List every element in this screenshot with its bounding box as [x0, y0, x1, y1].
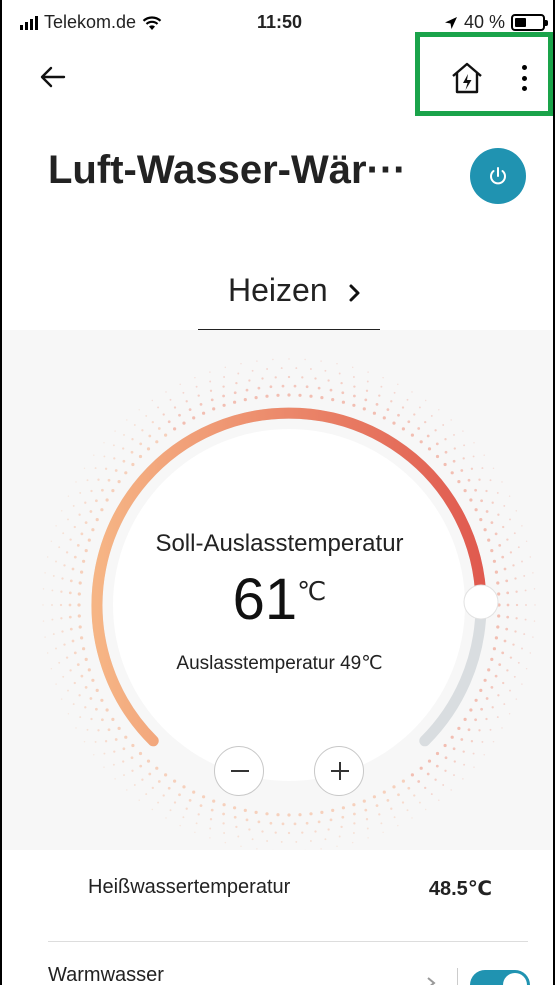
outlet-temperature: Auslasstemperatur 49℃: [176, 653, 383, 674]
chevron-right-icon: [349, 284, 360, 302]
battery-info: 40 %: [444, 12, 548, 33]
app-screen: Telekom.de 11:50 40 % Luft-Wasser-Wär···: [0, 0, 555, 985]
hot-water-row: Heißwassertemperatur 48.5℃: [88, 876, 492, 906]
setpoint-unit: ℃: [297, 576, 327, 606]
divider: [48, 941, 528, 942]
chevron-right-icon[interactable]: [425, 976, 437, 985]
warm-water-label: Warmwasser: [48, 964, 164, 985]
setpoint-value: 61: [232, 567, 298, 632]
location-arrow-icon: [444, 16, 457, 29]
hot-water-value: 48.5℃: [428, 878, 492, 900]
vertical-divider: [457, 968, 458, 985]
mode-selector[interactable]: Heizen: [198, 262, 380, 332]
back-button[interactable]: [38, 62, 68, 92]
device-title: Luft-Wasser-Wär···: [48, 148, 407, 192]
more-vertical-icon: [521, 65, 527, 70]
home-power-icon[interactable]: [448, 60, 486, 96]
setpoint-label: Soll-Auslasstemperatur: [155, 530, 404, 557]
mode-label: Heizen: [228, 272, 328, 308]
battery-percent: 40 %: [463, 12, 505, 32]
setpoint-display: 61℃: [2, 566, 553, 633]
more-options-button[interactable]: [512, 62, 536, 94]
power-icon: [490, 167, 506, 185]
decrease-button[interactable]: [214, 746, 264, 796]
warm-water-toggle[interactable]: [470, 970, 530, 985]
hot-water-label: Heißwassertemperatur: [88, 876, 291, 898]
battery-icon: [511, 14, 548, 31]
power-button[interactable]: [470, 148, 526, 204]
increase-button[interactable]: [314, 746, 364, 796]
